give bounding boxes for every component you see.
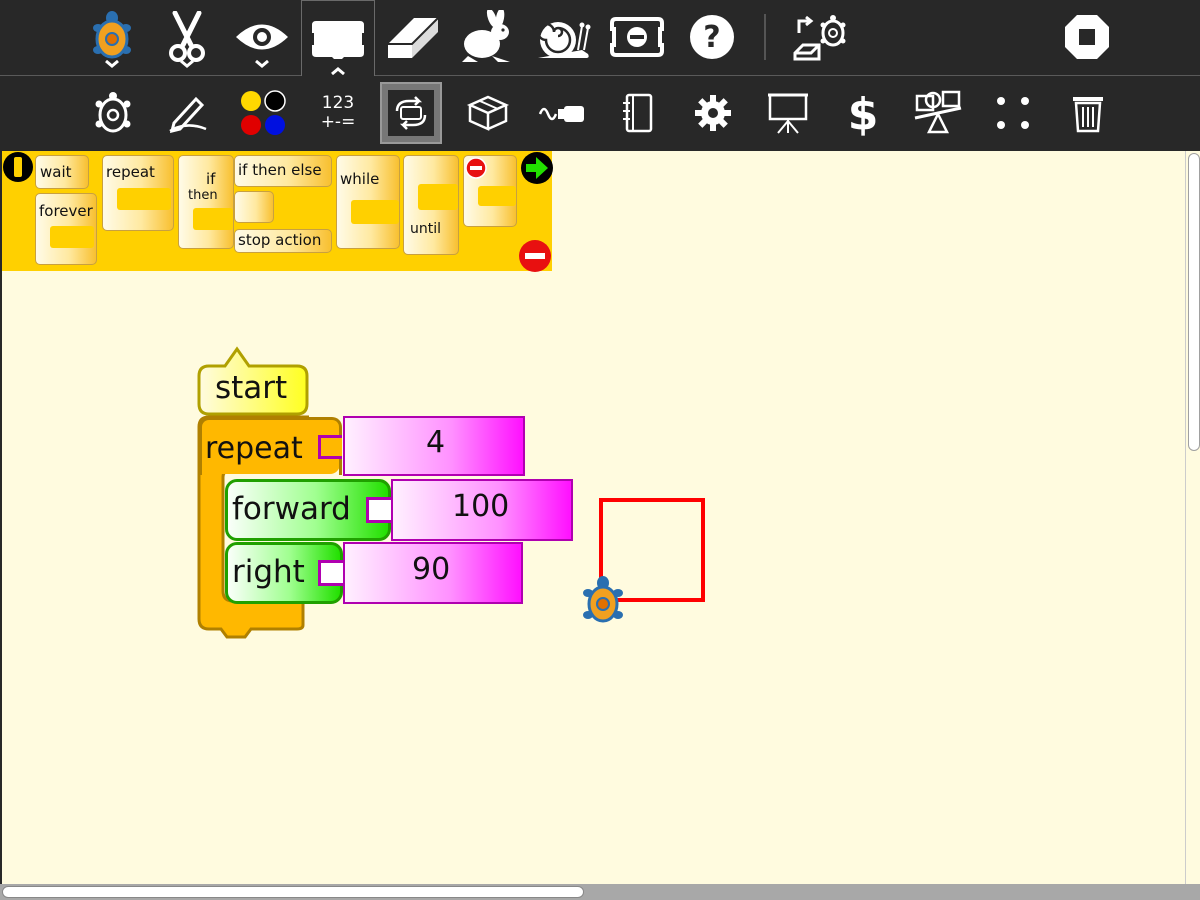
palette-else-slot-block[interactable]	[234, 191, 274, 223]
palette-if-then-else-label: if then else	[238, 161, 322, 179]
palette-stop-action-block[interactable]: stop action	[234, 229, 332, 253]
cut-button[interactable]	[154, 4, 220, 70]
svg-text:$: $	[848, 89, 879, 137]
more-palettes-button[interactable]	[980, 80, 1046, 146]
svg-text:?: ?	[703, 20, 720, 55]
vertical-scroll-thumb[interactable]	[1188, 153, 1200, 451]
horizontal-scroll-thumb[interactable]	[2, 886, 584, 898]
palette-then-label: then	[188, 188, 218, 203]
rabbit-icon	[462, 10, 510, 62]
right-value: 90	[412, 552, 451, 587]
extras-palette-button[interactable]	[680, 80, 746, 146]
start-label: start	[215, 370, 288, 406]
eraser-icon	[388, 17, 439, 58]
turtle-canvas[interactable]: wait forever repeat if then if then else…	[2, 151, 1185, 884]
palette-orientation-icon[interactable]	[2, 151, 36, 185]
palette-until-block[interactable]: until	[403, 155, 459, 255]
palette-repeat-label: repeat	[106, 163, 155, 181]
numbers-palette-button[interactable]: 123 +-=	[305, 80, 371, 146]
right-socket	[318, 560, 344, 586]
presentation-palette-button[interactable]	[755, 80, 821, 146]
stop-icon	[1065, 15, 1109, 59]
main-toolbar: ?	[0, 0, 1200, 77]
forward-value: 100	[452, 489, 510, 524]
pen-palette-button[interactable]	[155, 80, 221, 146]
box-icon	[466, 95, 510, 131]
palette-if-then-else-block[interactable]: if then else	[234, 155, 332, 187]
palette-toolbar: 123 +-= $	[0, 76, 1200, 150]
turtle-outline-icon	[95, 92, 131, 133]
pen-icon	[169, 96, 207, 133]
palette-while-block[interactable]: while	[336, 155, 400, 249]
numbers-label-ops: +-=	[320, 112, 356, 132]
sensors-palette-button[interactable]	[530, 80, 596, 146]
flow-icon	[395, 96, 427, 130]
dollar-icon: $	[848, 89, 879, 137]
forward-label: forward	[232, 491, 351, 527]
palette-repeat-block[interactable]: repeat	[102, 155, 174, 231]
flow-palette: wait forever repeat if then if then else…	[2, 151, 554, 273]
colors-palette-button[interactable]	[230, 80, 296, 146]
repeat-label: repeat	[205, 431, 303, 466]
clear-button[interactable]	[379, 4, 445, 70]
turtle-palette-button[interactable]	[80, 80, 146, 146]
palette-if-label: if	[206, 170, 216, 188]
turtle-sprite-icon[interactable]	[582, 575, 624, 627]
help-button[interactable]: ?	[679, 4, 745, 70]
run-slow-button[interactable]	[529, 4, 595, 70]
media-palette-button[interactable]	[605, 80, 671, 146]
presentation-icon	[768, 93, 808, 134]
trash-palette-button[interactable]	[1055, 80, 1121, 146]
chevron-down-icon	[105, 60, 119, 68]
collapse-icon	[610, 17, 664, 57]
portfolio-palette-button[interactable]: $	[830, 80, 896, 146]
numbers-label-digits: 123	[321, 93, 355, 113]
toolbar-separator	[764, 14, 766, 60]
view-button[interactable]	[229, 4, 295, 70]
hide-blocks-button[interactable]	[604, 4, 670, 70]
turtle-activity-button[interactable]	[79, 4, 145, 70]
myblocks-palette-button[interactable]	[905, 80, 971, 146]
blocks-palette-button[interactable]	[455, 80, 521, 146]
run-fast-button[interactable]	[454, 4, 520, 70]
turtle-icon	[93, 11, 131, 59]
right-label: right	[232, 554, 305, 590]
question-icon: ?	[690, 15, 734, 59]
palette-if-block[interactable]: if then	[178, 155, 234, 249]
palette-stop-action-label: stop action	[238, 231, 322, 249]
palette-next-arrow-icon[interactable]	[520, 151, 554, 185]
remove-block-icon[interactable]	[465, 157, 487, 179]
chevron-down-icon	[180, 60, 194, 68]
seesaw-icon	[914, 90, 962, 134]
stop-button[interactable]	[1054, 4, 1120, 70]
colors-icon	[241, 90, 286, 135]
palette-while-label: while	[340, 170, 380, 188]
load-turtle-icon	[793, 15, 846, 61]
palette-toggle-button[interactable]	[301, 0, 375, 77]
palette-forever-block[interactable]: forever	[35, 193, 97, 265]
repeat-count-value: 4	[426, 425, 446, 460]
gear-icon	[695, 95, 731, 131]
eye-icon	[236, 24, 288, 50]
sensor-icon	[538, 106, 584, 122]
chevron-up-icon	[331, 67, 345, 75]
palette-wait-block[interactable]: wait	[35, 155, 89, 189]
dots-icon	[997, 97, 1029, 129]
load-example-button[interactable]	[786, 4, 852, 70]
chevron-down-icon	[255, 60, 269, 68]
vertical-scrollbar[interactable]	[1185, 151, 1200, 884]
scissors-icon	[169, 11, 205, 62]
block-icon	[312, 21, 364, 59]
palette-wait-label: wait	[40, 163, 72, 181]
trash-icon	[1073, 97, 1103, 133]
forward-socket	[366, 497, 392, 523]
repeat-socket	[318, 435, 342, 459]
journal-icon	[623, 93, 653, 133]
palette-forever-label: forever	[39, 202, 93, 220]
snail-icon	[536, 22, 591, 58]
flow-palette-button[interactable]	[380, 82, 442, 144]
palette-close-icon[interactable]	[518, 239, 552, 273]
palette-until-label: until	[410, 221, 442, 237]
horizontal-scrollbar[interactable]	[0, 884, 1200, 900]
